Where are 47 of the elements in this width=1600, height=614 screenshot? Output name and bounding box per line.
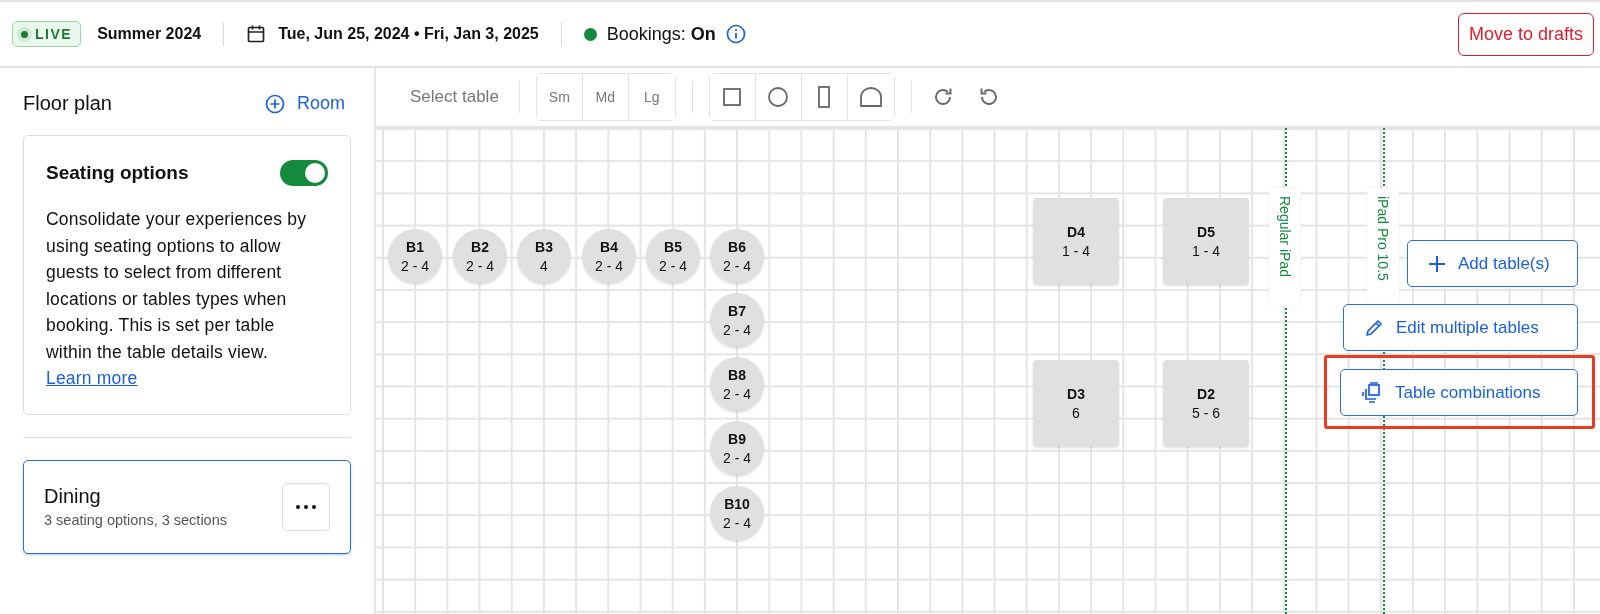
floor-action-button[interactable]: Add table(s): [1407, 240, 1578, 287]
floor-action-button[interactable]: Edit multiple tables: [1343, 304, 1578, 351]
plus-icon: [1428, 254, 1446, 273]
floor-action-button[interactable]: Table combinations: [1340, 369, 1578, 416]
round-table[interactable]: B4 2 - 4: [582, 229, 636, 283]
move-to-drafts-button[interactable]: Move to drafts: [1457, 12, 1594, 56]
round-table[interactable]: B6 2 - 4: [710, 229, 764, 283]
info-icon[interactable]: [725, 24, 746, 44]
calendar-icon: [246, 24, 267, 44]
round-table[interactable]: B9 2 - 4: [710, 421, 764, 475]
device-guide-label: iPad Pro 10.5: [1367, 188, 1399, 306]
square-table[interactable]: D5 1 - 4: [1163, 198, 1249, 284]
pencil-icon: [1364, 317, 1384, 338]
square-icon: [723, 88, 742, 106]
room-summary: 3 seating options, 3 sections: [44, 512, 227, 528]
floor-plan-title: Floor plan: [23, 92, 112, 115]
bookings-status: Bookings: On: [606, 23, 716, 45]
round-table[interactable]: B10 2 - 4: [710, 486, 764, 540]
ellipsis-icon: [296, 504, 316, 509]
stacked-squares-icon: [1361, 381, 1383, 404]
learn-more-link[interactable]: Learn more: [46, 368, 138, 388]
date-range: Tue, Jun 25, 2024 • Fri, Jan 3, 2025: [278, 25, 539, 43]
round-table[interactable]: B8 2 - 4: [710, 357, 764, 411]
seating-options-description: Consolidate your experiences by using seating options to allow guests to select from different locations or tables types when booking. This is set per table within the table details view. Learn more: [46, 208, 308, 390]
rectangle-icon: [818, 86, 831, 108]
square-table[interactable]: D4 1 - 4: [1033, 198, 1119, 284]
live-badge: LIVE: [12, 21, 82, 47]
round-table[interactable]: B5 2 - 4: [646, 229, 700, 283]
arch-icon: [859, 87, 882, 107]
seating-options-title: Seating options: [46, 162, 189, 184]
square-table[interactable]: D2 5 - 6: [1163, 360, 1249, 446]
device-guide-label: Regular iPad: [1269, 188, 1301, 306]
room-card[interactable]: Dining 3 seating options, 3 sections: [23, 459, 351, 554]
round-table[interactable]: B1 2 - 4: [388, 229, 442, 283]
square-table[interactable]: D3 6: [1033, 360, 1119, 446]
season-name: Summer 2024: [97, 25, 202, 43]
room-name: Dining: [44, 485, 102, 508]
size-button[interactable]: Sm: [536, 74, 583, 120]
round-table[interactable]: B7 2 - 4: [710, 293, 764, 347]
round-table[interactable]: B3 4: [517, 229, 571, 283]
circle-icon: [768, 87, 789, 107]
add-room-button[interactable]: Room: [265, 93, 351, 114]
plus-circle-icon: [265, 93, 285, 114]
shape-button[interactable]: [709, 74, 756, 120]
round-table[interactable]: B2 2 - 4: [453, 229, 507, 283]
toggle-switch[interactable]: [280, 160, 328, 186]
select-table-label: Select table: [410, 87, 499, 107]
